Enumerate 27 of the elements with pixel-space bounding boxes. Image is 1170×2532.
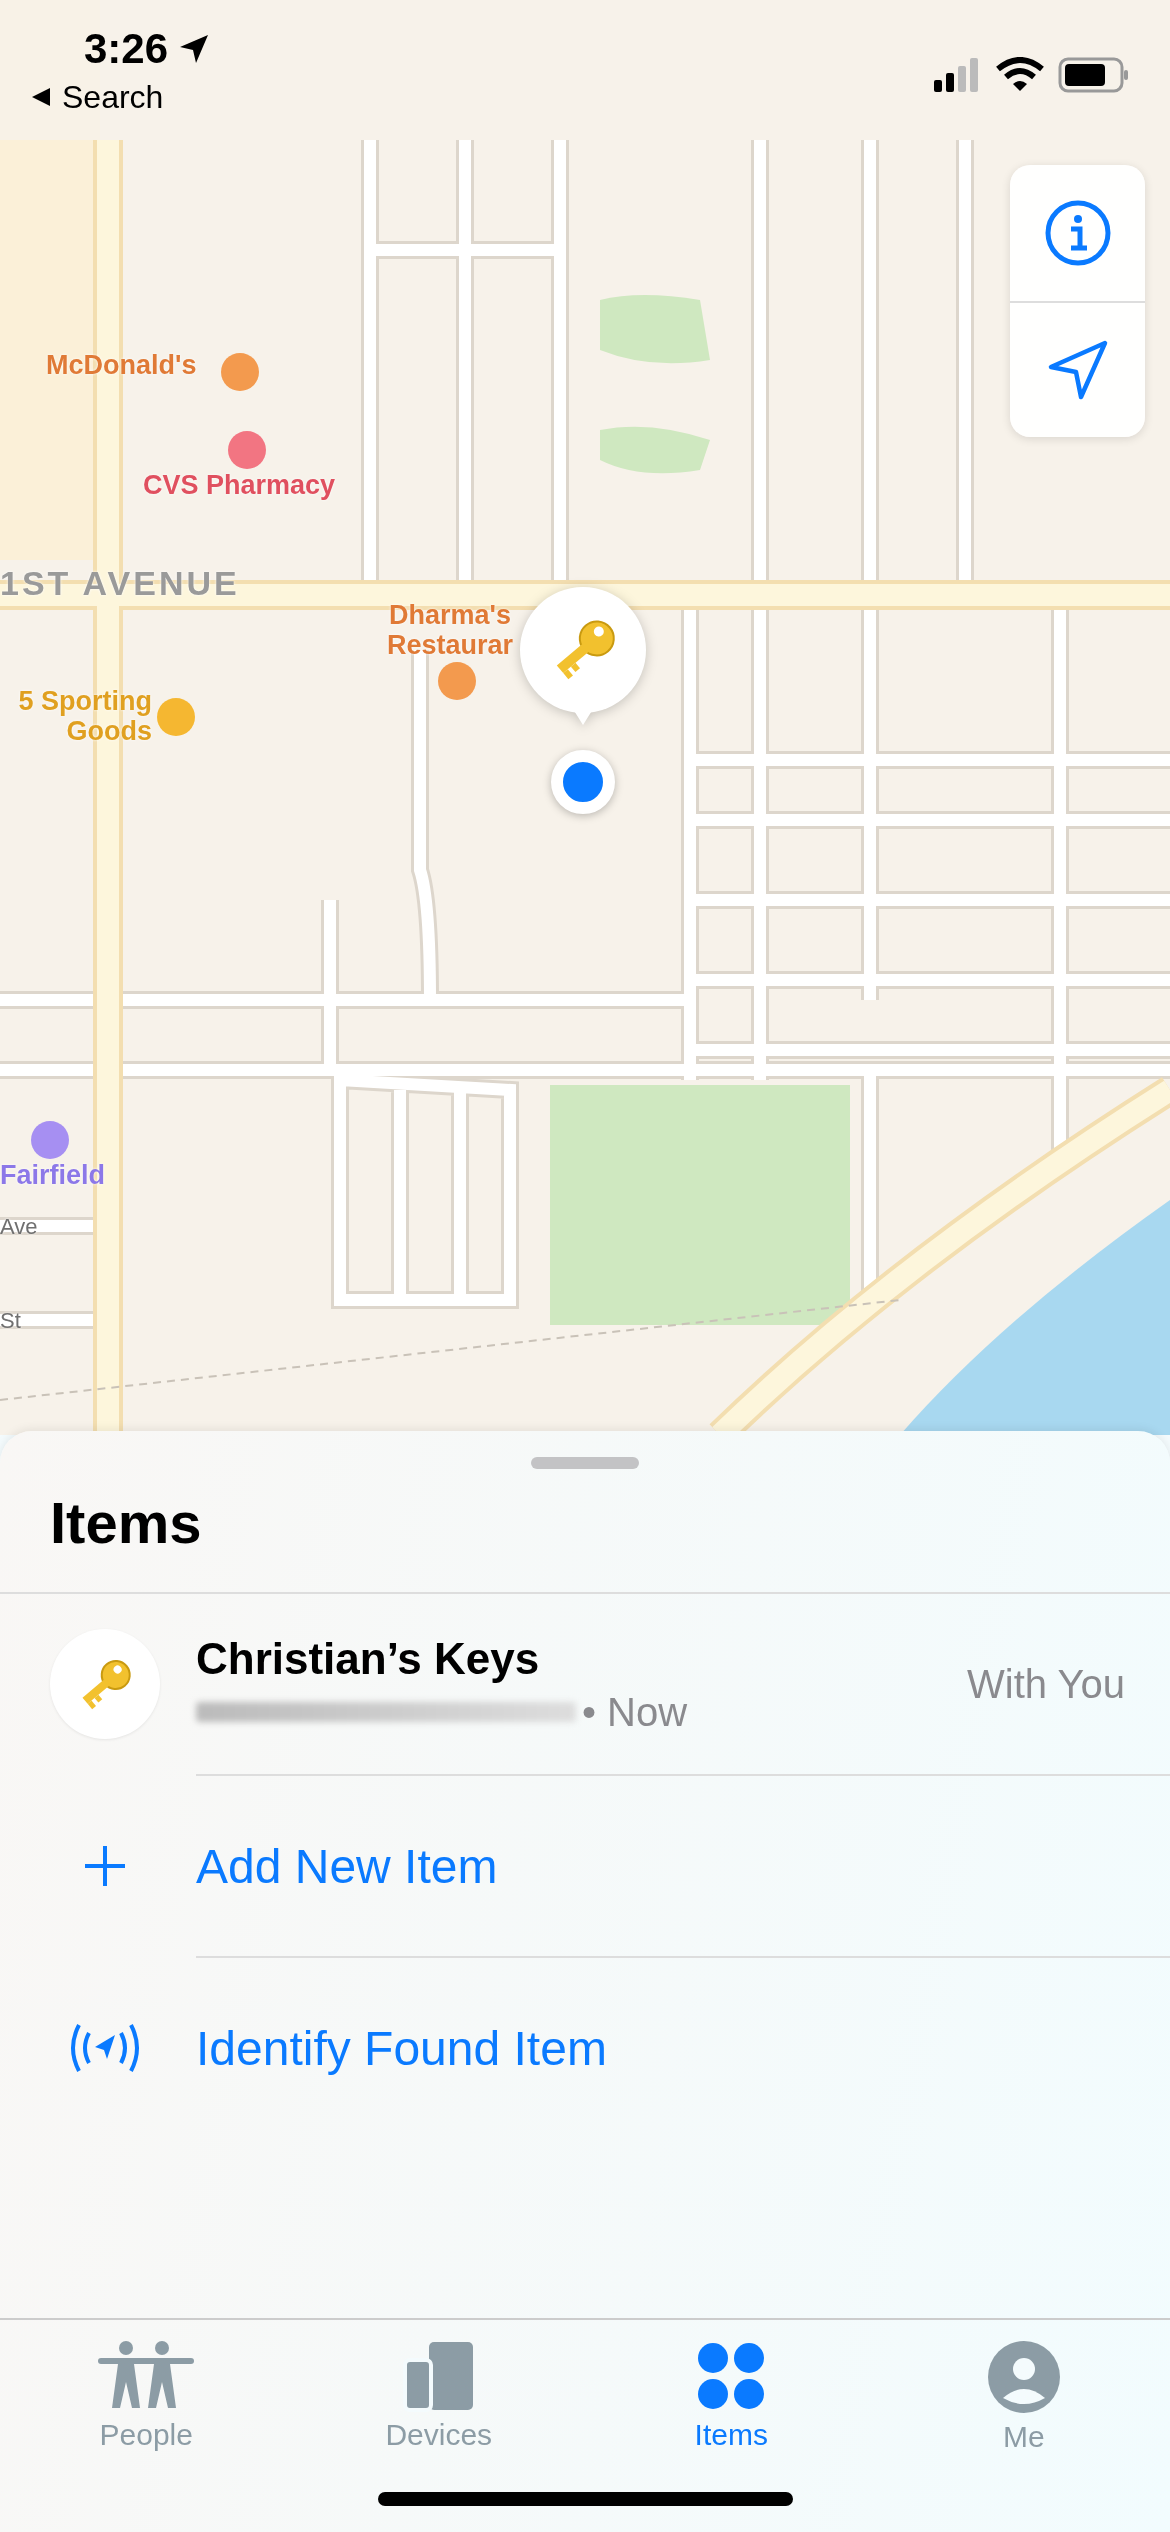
location-arrow-icon [178,32,211,65]
tab-bar-item[interactable]: Me [877,2340,1170,2480]
map-label: CVS Pharmacy [143,470,336,500]
sheet-title: Items [0,1489,1170,1594]
map-label: St [0,1307,21,1335]
tab-bar-item[interactable]: People [0,2340,293,2480]
wifi-icon [996,57,1044,93]
map-label: 1ST AVENUE [0,568,240,598]
back-triangle-icon [30,86,52,108]
map-label: Ave [0,1213,38,1241]
map-label: Dharma's Restaurar [385,600,515,660]
tab-bar-item[interactable]: Items [585,2340,878,2480]
item-time: • Now [582,1689,688,1735]
map-label: 5 Sporting Goods [17,686,152,746]
tab-bar-item[interactable]: Devices [292,2340,585,2480]
item-name: Christian’s Keys [196,1633,541,1684]
key-pin-icon [518,585,648,725]
person-circle-icon [986,2340,1061,2414]
battery-icon [1058,57,1130,93]
item-status: With You [967,1661,1125,1707]
identify-item-button[interactable]: Identify Found Item [196,1956,1170,2138]
item-row[interactable]: Christian’s Keys • Now With You [0,1594,1170,1774]
back-link[interactable]: Search [30,78,211,116]
map-label: McDonald's [46,350,197,380]
add-item-button[interactable]: Add New Item [196,1774,1170,1956]
status-time: 3:26 [84,24,169,73]
map-label: Fairfield [0,1160,106,1190]
